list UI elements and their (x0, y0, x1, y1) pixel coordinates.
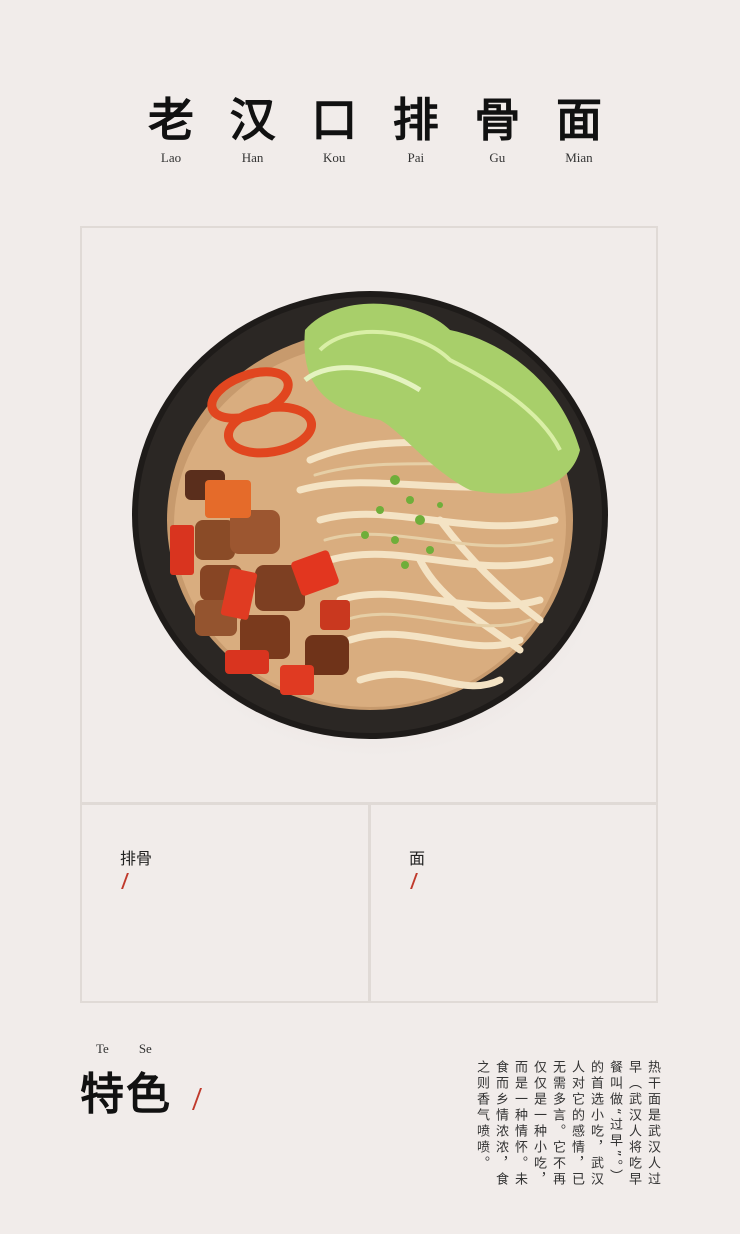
title-char: 口 Kou (303, 92, 365, 166)
title-char-pinyin: Gu (489, 150, 506, 165)
ingredient-label: 面 (409, 849, 426, 868)
ingredient-panel-ribs: 排骨 (80, 803, 370, 1003)
accent-slash (121, 873, 129, 889)
feature-body-text: 热干面是武汉人过早（武汉人将吃早餐叫做“过早”。）的首选小吃，武汉人对它的感情，… (474, 1060, 660, 1188)
accent-slash (191, 1088, 203, 1110)
title-row: 老 Lao 汉 Han 口 Kou 排 Pai 骨 Gu 面 Mian (140, 92, 610, 166)
title-char-pinyin: Lao (160, 150, 182, 165)
ingredient-panel-noodles: 面 (369, 803, 658, 1003)
title-char: 排 Pai (385, 92, 447, 166)
title-char-zh: 汉 (229, 93, 276, 147)
feature-heading: 特色 (80, 1069, 172, 1120)
ingredient-label: 排骨 (120, 849, 153, 868)
accent-slash (410, 873, 418, 889)
title-char: 老 Lao (140, 92, 202, 166)
feature-pinyin-syllable: Te (96, 1041, 109, 1056)
title-char: 面 Mian (548, 92, 610, 166)
feature-pinyin-syllable: Se (138, 1041, 152, 1056)
title-char: 汉 Han (222, 92, 284, 166)
title-char-zh: 老 (148, 93, 194, 147)
title-char-pinyin: Kou (322, 150, 346, 165)
title-char-zh: 骨 (474, 93, 521, 147)
title-char-pinyin: Mian (565, 150, 593, 165)
title-char-pinyin: Pai (407, 150, 425, 165)
bowl-shadow (140, 320, 610, 760)
title-char-zh: 面 (555, 93, 602, 147)
title-char: 骨 Gu (466, 92, 528, 166)
title-char-zh: 排 (392, 93, 439, 147)
title-char-zh: 口 (311, 93, 358, 147)
title-char-pinyin: Han (241, 150, 264, 165)
feature-pinyin: Te Se (96, 1041, 152, 1057)
